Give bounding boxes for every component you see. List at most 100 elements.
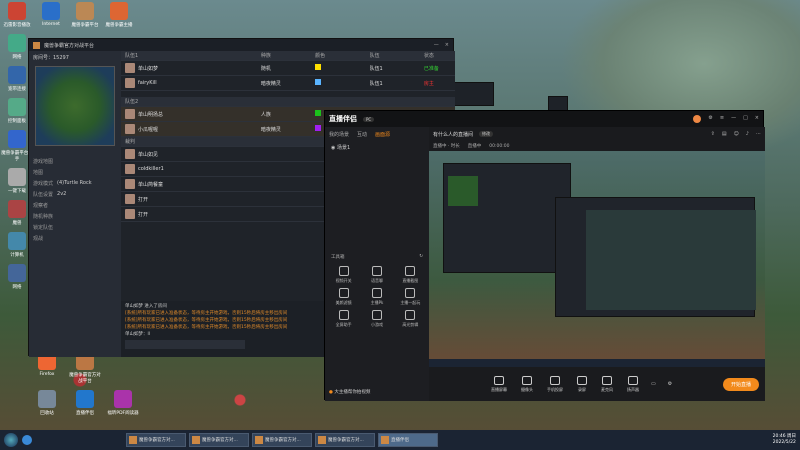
setting-key: 观战 — [33, 236, 44, 242]
sidebar-footer[interactable]: ● 大主播帮你拍视频 — [329, 389, 370, 395]
settings-icon[interactable]: ⚙ — [708, 115, 712, 123]
control-button[interactable]: 摄像头 — [521, 375, 533, 393]
stream-main: 有什么人的直播间 修改 ⇪ ▤ ☺ ♪ ⋯ 直播中 · 时长 直播中 00:00:0… — [429, 127, 765, 401]
taskbar-button[interactable]: 魔兽争霸官方对... — [126, 433, 186, 447]
app-icon — [42, 2, 60, 20]
room-setting: 游戏地图 — [29, 156, 121, 167]
taskbar-button[interactable]: 魔兽争霸官方对... — [315, 433, 375, 447]
color-swatch — [315, 110, 322, 116]
person-icon[interactable]: ☺ — [734, 131, 739, 137]
desktop-icon[interactable]: 直播伴侣 — [68, 390, 102, 416]
player-team[interactable]: 队伍1 — [369, 80, 423, 87]
tool-button[interactable]: 美颜滤镜 — [327, 288, 360, 306]
desktop-icon[interactable]: 福昕PDF阅读器 — [106, 390, 140, 416]
app-icon — [38, 390, 56, 408]
app-icon — [114, 390, 132, 408]
control-button[interactable]: 直播屏幕 — [491, 375, 507, 393]
desktop-icon-label: 魔兽争霸平台 — [71, 23, 99, 28]
tab-2[interactable]: 画面源 — [375, 131, 390, 138]
desktop-icon[interactable]: Internet — [34, 2, 68, 28]
app-icon — [8, 130, 26, 148]
close-icon[interactable]: × — [755, 115, 759, 123]
stream-app-window[interactable]: 直播伴侣 PC ⚙ ≡ — □ × 我的场景 互动 画面源 ◉ 场景1 工具箱 ↻ 视… — [324, 110, 765, 401]
tool-button[interactable]: 语音聊 — [360, 266, 393, 284]
tool-button[interactable]: 直播截图 — [394, 266, 427, 284]
desktop-icon[interactable]: 回收站 — [30, 390, 64, 416]
app-icon — [129, 436, 137, 444]
gear-icon[interactable]: ⚙ — [668, 381, 672, 387]
desktop-icon-label: 直播伴侣 — [76, 411, 94, 416]
maximize-icon[interactable]: □ — [743, 115, 748, 123]
tab-0[interactable]: 我的场景 — [329, 131, 349, 138]
control-label: 直播屏幕 — [491, 386, 507, 392]
room-info-panel: 房间号：15297 游戏地图 地图 游戏模式 (4)Turtle Rock 队伍设置 2v… — [29, 51, 121, 357]
live-preview[interactable] — [429, 151, 765, 367]
stream-titlebar[interactable]: 直播伴侣 PC ⚙ ≡ — □ × — [325, 111, 763, 127]
chart-icon[interactable]: ▤ — [722, 131, 727, 137]
room-title: 有什么人的直播间 — [433, 131, 474, 138]
refresh-icon[interactable]: ↻ — [419, 254, 423, 260]
app-icon — [8, 34, 26, 52]
scene-item[interactable]: ◉ 场景1 — [325, 142, 429, 153]
tool-button[interactable]: 主播一起玩 — [394, 288, 427, 306]
app-icon — [318, 436, 326, 444]
taskbar-button[interactable]: 魔兽争霸官方对... — [252, 433, 312, 447]
setting-value[interactable]: (4)Turtle Rock — [57, 180, 92, 187]
player-row[interactable]: 单山如梦 随机 队伍1 已准备 — [121, 61, 455, 76]
preview-game-window — [443, 163, 571, 273]
desktop-icon[interactable]: 魔兽争霸主播 — [102, 2, 136, 28]
tool-button[interactable]: 全屏助手 — [327, 310, 360, 328]
game-titlebar[interactable]: 魔兽争霸官方对战平台 — × — [29, 39, 453, 51]
room-number: 房间号：15297 — [33, 55, 69, 61]
observer-name: 单山简餐童 — [138, 181, 164, 188]
team2-header: 队伍2 — [121, 97, 455, 107]
avatar — [125, 194, 135, 204]
tab-1[interactable]: 互动 — [357, 131, 367, 138]
chat-input[interactable] — [125, 340, 245, 349]
desktop-icon[interactable]: 魔兽争霸平台 — [68, 2, 102, 28]
tool-button[interactable]: 高光剪辑 — [394, 310, 427, 328]
desktop-icon[interactable]: 迅雷影音播放 — [0, 2, 34, 28]
minimize-icon[interactable]: — — [434, 42, 439, 48]
control-button[interactable]: 麦克风 — [601, 375, 613, 393]
avatar[interactable] — [693, 115, 702, 123]
minimize-icon[interactable]: — — [731, 115, 736, 123]
ie-icon[interactable] — [22, 435, 32, 445]
more-icon[interactable]: ⋯ — [756, 131, 761, 137]
control-button[interactable]: 手机投屏 — [547, 375, 563, 393]
player-race[interactable]: 暗夜精灵 — [261, 126, 315, 133]
camera-icon[interactable]: ▭ — [651, 381, 656, 387]
control-button[interactable]: 扬声器 — [627, 375, 639, 393]
bell-icon[interactable]: ♪ — [746, 131, 749, 137]
setting-key: 游戏模式 — [33, 181, 54, 187]
tool-label: 语音聊 — [370, 278, 383, 283]
avatar — [125, 63, 135, 73]
player-race[interactable]: 人族 — [261, 111, 315, 118]
control-label: 麦克风 — [601, 386, 613, 392]
player-color-cell[interactable] — [315, 64, 369, 72]
go-live-button[interactable]: 开始直播 — [722, 377, 759, 391]
share-icon[interactable]: ⇪ — [711, 131, 715, 137]
player-color-cell[interactable] — [315, 79, 369, 87]
taskbar: 魔兽争霸官方对... 魔兽争霸官方对... 魔兽争霸官方对... 魔兽争霸官方对...… — [0, 430, 800, 450]
taskbar-button[interactable]: 直播伴侣 — [378, 433, 438, 447]
room-settings: 游戏地图 地图 游戏模式 (4)Turtle Rock 队伍设置 2v2 观察者 随机种族 锁定… — [29, 156, 121, 244]
setting-value[interactable]: 2v2 — [57, 191, 66, 198]
taskbar-button[interactable]: 魔兽争霸官方对... — [189, 433, 249, 447]
control-label: 扬声器 — [627, 386, 639, 392]
player-row[interactable]: fairyKill 暗夜精灵 队伍1 房主 — [121, 76, 455, 91]
player-race[interactable]: 随机 — [261, 65, 315, 72]
menu-icon[interactable]: ≡ — [720, 115, 724, 123]
control-button[interactable]: 录屏 — [577, 375, 587, 393]
start-button[interactable] — [4, 433, 18, 447]
clock[interactable]: 20:46 周日 2022/5/22 — [773, 434, 796, 446]
close-icon[interactable]: × — [445, 42, 449, 48]
scene-sidebar: 我的场景 互动 画面源 ◉ 场景1 工具箱 ↻ 视频开关 语音聊 直播截图 美颜滤镜 主播Pk… — [325, 127, 429, 401]
tool-button[interactable]: 小游戏 — [360, 310, 393, 328]
tool-button[interactable]: 主播Pk — [360, 288, 393, 306]
edit-title-button[interactable]: 修改 — [479, 131, 494, 137]
player-race[interactable]: 暗夜精灵 — [261, 80, 315, 87]
player-team[interactable]: 队伍1 — [369, 65, 423, 72]
avatar — [125, 209, 135, 219]
tool-button[interactable]: 视频开关 — [327, 266, 360, 284]
